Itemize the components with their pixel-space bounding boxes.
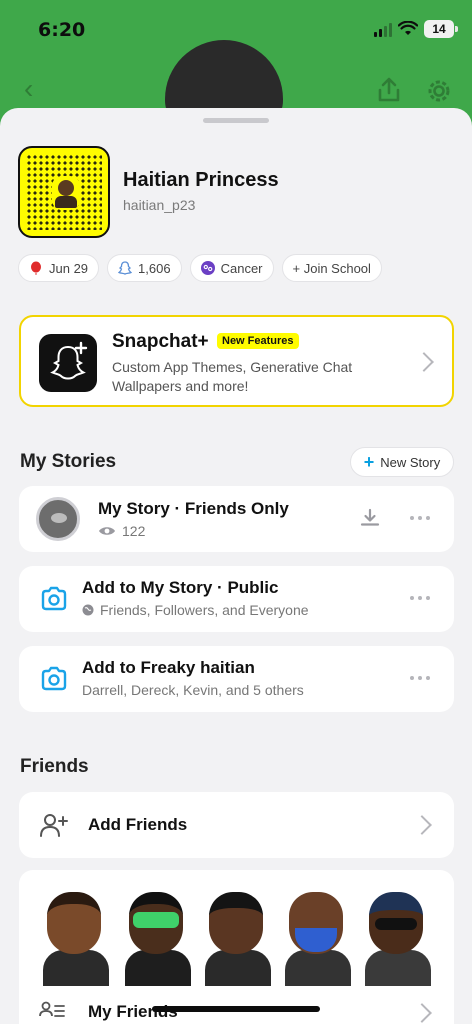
cellular-signal-icon bbox=[374, 21, 392, 37]
display-name: Haitian Princess bbox=[123, 169, 279, 191]
sheet-grabber[interactable] bbox=[203, 118, 269, 123]
add-to-public-story-row[interactable]: Add to My Story · Public Friends, Follow… bbox=[19, 566, 454, 632]
balloon-icon bbox=[31, 261, 41, 275]
add-to-group-story-row[interactable]: Add to Freaky haitian Darrell, Dereck, K… bbox=[19, 646, 454, 712]
system-indicators: 14 bbox=[374, 20, 458, 38]
snapchat-plus-logo-icon bbox=[39, 334, 97, 392]
friend-bitmoji bbox=[205, 892, 271, 986]
profile-chips: Jun 29 1,606 Cancer + Join School bbox=[18, 254, 382, 282]
status-time: 6:20 bbox=[38, 19, 86, 41]
new-story-button[interactable]: + New Story bbox=[350, 447, 454, 477]
chevron-right-icon bbox=[412, 1003, 432, 1023]
public-story-audience: Friends, Followers, and Everyone bbox=[82, 602, 309, 618]
friends-list-icon bbox=[39, 1001, 65, 1017]
add-friend-icon bbox=[40, 814, 68, 837]
chevron-right-icon bbox=[412, 815, 432, 835]
public-story-title: Add to My Story · Public bbox=[82, 578, 279, 597]
camera-icon bbox=[41, 666, 67, 691]
share-icon[interactable] bbox=[375, 76, 403, 104]
join-school-label: + Join School bbox=[292, 260, 371, 276]
public-story-subtitle: Friends, Followers, and Everyone bbox=[100, 602, 309, 618]
birthday-chip[interactable]: Jun 29 bbox=[18, 254, 100, 282]
zodiac-icon bbox=[200, 261, 215, 275]
group-story-title: Add to Freaky haitian bbox=[82, 658, 255, 677]
more-options-icon[interactable] bbox=[410, 596, 430, 602]
my-story-row[interactable]: My Story · Friends Only 122 bbox=[19, 486, 454, 552]
camera-icon bbox=[41, 586, 67, 611]
snapscore-icon bbox=[118, 261, 133, 275]
snapcode-bitmoji-icon bbox=[52, 176, 80, 210]
snapcode[interactable] bbox=[18, 146, 110, 238]
snapscore-chip[interactable]: 1,606 bbox=[107, 254, 182, 282]
add-friends-label: Add Friends bbox=[88, 815, 188, 834]
profile-sheet: Haitian Princess haitian_p23 Jun 29 1,60… bbox=[0, 108, 472, 1024]
snapscore-label: 1,606 bbox=[138, 260, 171, 276]
group-story-members: Darrell, Dereck, Kevin, and 5 others bbox=[82, 682, 304, 698]
download-icon[interactable] bbox=[359, 507, 381, 529]
add-friends-row[interactable]: Add Friends bbox=[19, 792, 454, 858]
view-count: 122 bbox=[122, 523, 146, 539]
birthday-label: Jun 29 bbox=[49, 260, 89, 276]
more-options-icon[interactable] bbox=[410, 676, 430, 682]
battery-indicator: 14 bbox=[424, 20, 458, 38]
snapchat-plus-card[interactable]: Snapchat+ New Features Custom App Themes… bbox=[19, 315, 454, 407]
globe-icon bbox=[82, 604, 94, 616]
eye-icon bbox=[99, 527, 115, 535]
friend-bitmoji bbox=[285, 892, 351, 986]
friends-heading: Friends bbox=[20, 756, 89, 777]
home-indicator[interactable] bbox=[152, 1006, 320, 1012]
join-school-chip[interactable]: + Join School bbox=[281, 254, 382, 282]
zodiac-chip[interactable]: Cancer bbox=[189, 254, 274, 282]
friend-bitmoji bbox=[365, 892, 431, 986]
zodiac-label: Cancer bbox=[220, 260, 263, 276]
my-story-views: 122 bbox=[98, 523, 145, 539]
more-options-icon[interactable] bbox=[410, 516, 430, 522]
snapchat-plus-description: Custom App Themes, Generative Chat Wallp… bbox=[112, 359, 353, 394]
back-chevron-icon[interactable]: ‹ bbox=[24, 75, 48, 103]
wifi-icon bbox=[398, 21, 418, 35]
new-story-label: New Story bbox=[380, 454, 441, 470]
my-story-title: My Story · Friends Only bbox=[98, 499, 289, 518]
new-features-badge: New Features bbox=[217, 333, 299, 349]
username: haitian_p23 bbox=[123, 197, 196, 213]
story-thumbnail bbox=[36, 497, 80, 541]
plus-icon: + bbox=[363, 452, 375, 472]
snapchat-plus-title: Snapchat+ bbox=[112, 331, 209, 352]
my-stories-heading: My Stories bbox=[20, 451, 117, 472]
gear-icon[interactable] bbox=[424, 76, 454, 106]
friend-bitmoji bbox=[43, 892, 109, 986]
friend-bitmoji bbox=[125, 892, 191, 986]
chevron-right-icon bbox=[414, 352, 434, 372]
my-friends-label: My Friends bbox=[88, 1002, 178, 1021]
